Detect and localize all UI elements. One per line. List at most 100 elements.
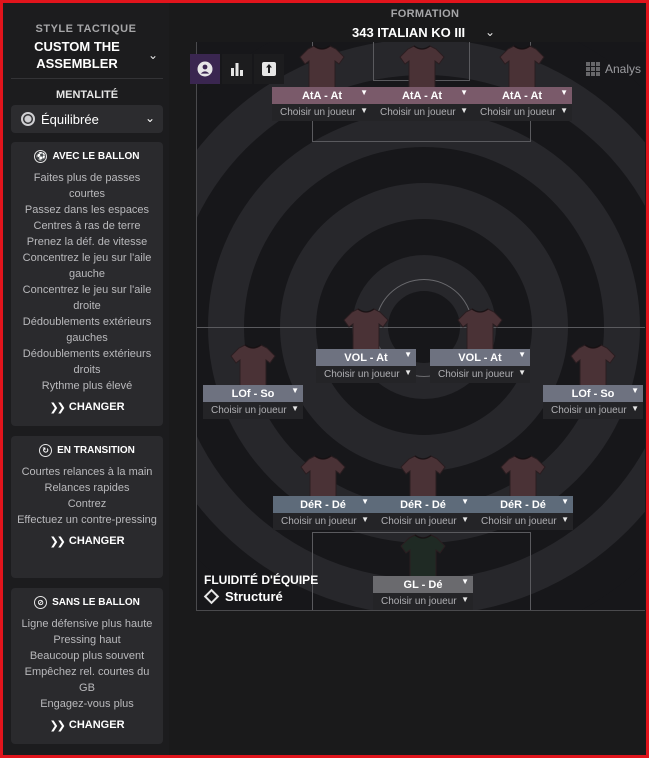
player-view-button[interactable] — [190, 54, 220, 84]
role-icon — [262, 62, 276, 76]
role-select[interactable]: DéR - Dé ▼ — [373, 496, 473, 513]
role-select[interactable]: AtA - At ▼ — [272, 87, 372, 104]
player-picker[interactable]: Choisir un joueur ▼ — [272, 104, 372, 121]
role-view-button[interactable] — [254, 54, 284, 84]
role-select[interactable]: AtA - At ▼ — [372, 87, 472, 104]
double-chevron-icon: ❯❯ — [49, 401, 66, 414]
picker-label: Choisir un joueur — [551, 405, 627, 416]
caret-down-icon: ▼ — [560, 106, 568, 115]
card-transition: ↻ EN TRANSITION Courtes relances à la ma… — [11, 436, 163, 578]
player-picker[interactable]: Choisir un joueur ▼ — [472, 104, 572, 121]
player-picker[interactable]: Choisir un joueur ▼ — [203, 402, 303, 419]
card-out-of-possession: ⊘ SANS LE BALLON Ligne défensive plus ha… — [11, 588, 163, 744]
role-select[interactable]: AtA - At ▼ — [472, 87, 572, 104]
mentality-select[interactable]: Équilibrée ⌄ — [11, 105, 163, 133]
player-picker[interactable]: Choisir un joueur ▼ — [273, 513, 373, 530]
change-label: CHANGER — [68, 719, 125, 731]
role-label: VOL - At — [458, 351, 502, 364]
formation-title: FORMATION — [390, 8, 460, 20]
player-picker[interactable]: Choisir un joueur ▼ — [473, 513, 573, 530]
change-button[interactable]: ❯❯ CHANGER — [11, 394, 163, 420]
style-title: STYLE TACTIQUE — [35, 23, 137, 35]
picker-label: Choisir un joueur — [380, 107, 456, 118]
caret-down-icon: ▼ — [360, 88, 368, 97]
player-picker[interactable]: Choisir un joueur ▼ — [316, 366, 416, 383]
picker-label: Choisir un joueur — [381, 516, 457, 527]
caret-down-icon: ▼ — [461, 497, 469, 506]
instruction-list: Courtes relances à la main Relances rapi… — [11, 464, 163, 528]
instruction-item: Contrez — [67, 498, 107, 510]
change-button[interactable]: ❯❯ CHANGER — [11, 712, 163, 738]
card-header: ⚽ AVEC LE BALLON — [11, 142, 163, 170]
shirt-icon — [499, 452, 547, 500]
role-select[interactable]: GL - Dé ▼ — [373, 576, 473, 593]
player-picker[interactable]: Choisir un joueur ▼ — [543, 402, 643, 419]
role-label: AtA - At — [301, 89, 343, 102]
role-label: AtA - At — [501, 89, 543, 102]
role-select[interactable]: DéR - Dé ▼ — [273, 496, 373, 513]
picker-label: Choisir un joueur — [481, 516, 557, 527]
instruction-item: Courtes relances à la main — [21, 466, 153, 478]
transition-icon: ↻ — [39, 443, 53, 457]
role-select[interactable]: LOf - So ▼ — [203, 385, 303, 402]
role-label: LOf - So — [231, 387, 275, 400]
chevron-down-icon[interactable]: ⌄ — [148, 48, 158, 62]
player-picker[interactable]: Choisir un joueur ▼ — [430, 366, 530, 383]
halfway-line — [197, 327, 645, 328]
shirt-icon — [298, 42, 346, 90]
instruction-list: Faites plus de passes courtes Passez dan… — [11, 170, 163, 394]
formation-select[interactable]: 343 ITALIAN KO III — [352, 25, 465, 40]
role-label: GL - Dé — [403, 578, 443, 591]
role-select[interactable]: VOL - At ▼ — [316, 349, 416, 366]
instruction-item: Pressing haut — [53, 634, 121, 646]
ball-icon: ⚽ — [34, 149, 48, 163]
role-select[interactable]: VOL - At ▼ — [430, 349, 530, 366]
analyse-label: Analys — [605, 62, 642, 76]
change-label: CHANGER — [68, 401, 125, 413]
caret-down-icon: ▼ — [631, 404, 639, 413]
caret-down-icon: ▼ — [461, 515, 469, 524]
caret-down-icon: ▼ — [461, 595, 469, 604]
shirt-icon — [299, 452, 347, 500]
no-ball-icon: ⊘ — [34, 595, 48, 609]
shirt-icon — [456, 305, 504, 353]
caret-down-icon: ▼ — [461, 577, 469, 586]
shirt-icon — [229, 341, 277, 389]
card-title: AVEC LE BALLON — [52, 150, 140, 162]
role-select[interactable]: LOf - So ▼ — [543, 385, 643, 402]
change-label: CHANGER — [68, 535, 125, 547]
player-picker[interactable]: Choisir un joueur ▼ — [373, 513, 473, 530]
shirt-icon — [399, 452, 447, 500]
card-title: EN TRANSITION — [57, 444, 135, 456]
shirt-icon — [342, 305, 390, 353]
fluidity-value[interactable]: Structuré — [203, 588, 283, 605]
player-picker[interactable]: Choisir un joueur ▼ — [372, 104, 472, 121]
change-button[interactable]: ❯❯ CHANGER — [11, 528, 163, 554]
card-in-possession: ⚽ AVEC LE BALLON Faites plus de passes c… — [11, 142, 163, 426]
fluidity-label: Structuré — [225, 589, 283, 604]
role-label: DéR - Dé — [300, 498, 346, 511]
chevron-down-icon[interactable]: ⌄ — [485, 25, 495, 39]
divider — [11, 78, 163, 79]
caret-down-icon: ▼ — [561, 515, 569, 524]
shirt-icon — [398, 42, 446, 90]
picker-label: Choisir un joueur — [211, 405, 287, 416]
style-name[interactable]: CUSTOM THE ASSEMBLER — [17, 38, 137, 72]
caret-down-icon: ▼ — [560, 88, 568, 97]
chevron-down-icon: ⌄ — [144, 111, 155, 125]
instruction-item: Ligne défensive plus haute — [21, 618, 153, 630]
double-chevron-icon: ❯❯ — [49, 719, 66, 732]
player-picker[interactable]: Choisir un joueur ▼ — [373, 593, 473, 610]
role-label: AtA - At — [401, 89, 443, 102]
fluidity-title: FLUIDITÉ D'ÉQUIPE — [204, 573, 319, 587]
card-title: SANS LE BALLON — [52, 596, 140, 608]
card-header: ↻ EN TRANSITION — [11, 436, 163, 464]
grid-icon — [586, 62, 600, 76]
double-chevron-icon: ❯❯ — [49, 535, 66, 548]
analyse-button[interactable]: Analys — [586, 62, 641, 76]
caret-down-icon: ▼ — [361, 497, 369, 506]
role-select[interactable]: DéR - Dé ▼ — [473, 496, 573, 513]
stats-view-button[interactable] — [222, 54, 252, 84]
caret-down-icon: ▼ — [518, 368, 526, 377]
instruction-item: Passez dans les espaces — [24, 204, 150, 216]
